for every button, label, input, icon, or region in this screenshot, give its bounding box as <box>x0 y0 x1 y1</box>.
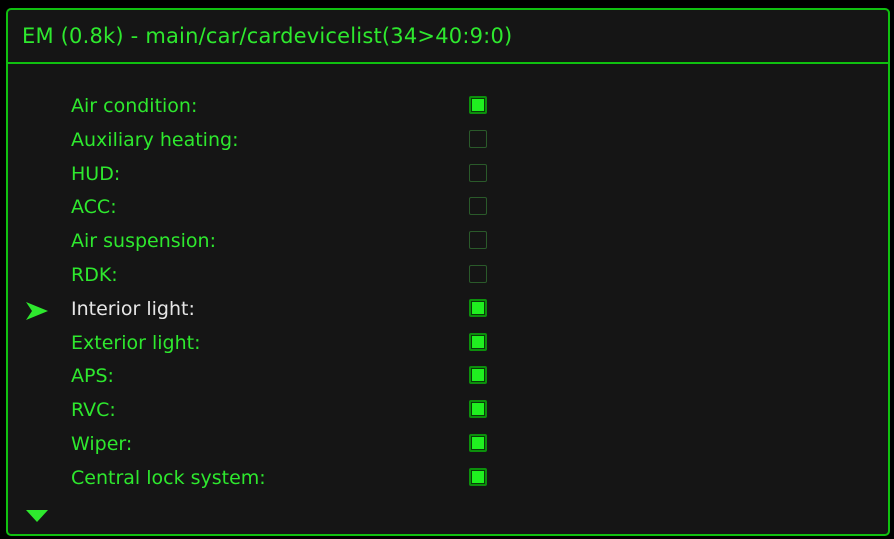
page-title: EM (0.8k) - main/car/cardevicelist(34>40… <box>22 24 513 48</box>
item-checkbox[interactable] <box>469 467 487 486</box>
item-checkbox[interactable] <box>469 298 487 317</box>
item-label: Auxiliary heating: <box>71 128 239 151</box>
list-item-rdk[interactable]: RDK: <box>8 260 888 294</box>
item-checkbox[interactable] <box>469 96 487 114</box>
item-checkbox[interactable] <box>469 433 487 452</box>
title-bar: EM (0.8k) - main/car/cardevicelist(34>40… <box>8 10 888 64</box>
item-checkbox[interactable] <box>469 163 487 182</box>
item-label: Wiper: <box>71 432 133 455</box>
item-label: Air suspension: <box>71 230 217 253</box>
item-checkbox[interactable] <box>469 129 487 148</box>
device-list-panel: EM (0.8k) - main/car/cardevicelist(34>40… <box>6 8 890 536</box>
item-label: ACC: <box>71 196 117 219</box>
item-checkbox[interactable] <box>469 231 487 250</box>
list-item-interior-light[interactable]: Interior light: <box>8 294 888 328</box>
list-item-hud[interactable]: HUD: <box>8 159 888 193</box>
item-label: APS: <box>71 365 114 388</box>
item-checkbox[interactable] <box>469 197 487 216</box>
list-item-central-lock-system[interactable]: Central lock system: <box>8 463 888 497</box>
item-label: Air condition: <box>71 95 198 117</box>
list-item-auxiliary-heating[interactable]: Auxiliary heating: <box>8 125 888 159</box>
item-label: RDK: <box>71 263 118 286</box>
item-checkbox[interactable] <box>469 264 487 283</box>
car-device-list: Air condition: Auxiliary heating: HUD: A… <box>8 91 888 497</box>
arrow-right-icon <box>26 301 48 320</box>
list-item-wiper[interactable]: Wiper: <box>8 429 888 463</box>
triangle-down-icon[interactable] <box>26 510 48 522</box>
item-label: Central lock system: <box>71 466 266 489</box>
list-item-air-condition[interactable]: Air condition: <box>8 91 888 125</box>
list-item-acc[interactable]: ACC: <box>8 192 888 226</box>
list-item-exterior-light[interactable]: Exterior light: <box>8 328 888 362</box>
item-label: HUD: <box>71 162 121 185</box>
list-item-air-suspension[interactable]: Air suspension: <box>8 226 888 260</box>
item-label: Exterior light: <box>71 331 201 354</box>
item-label: RVC: <box>71 399 116 422</box>
list-item-rvc[interactable]: RVC: <box>8 395 888 429</box>
item-checkbox[interactable] <box>469 366 487 385</box>
item-checkbox[interactable] <box>469 332 487 351</box>
item-checkbox[interactable] <box>469 400 487 419</box>
list-item-aps[interactable]: APS: <box>8 361 888 395</box>
item-label: Interior light: <box>71 297 195 320</box>
